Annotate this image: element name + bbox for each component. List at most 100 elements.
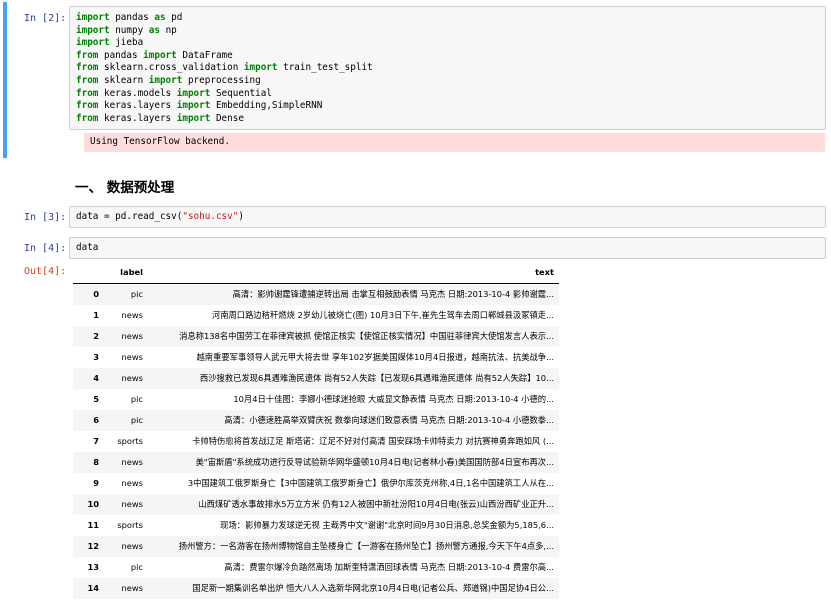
row-label: sports [117,436,143,446]
table-row: 8 news 美"宙斯盾"系统成功进行反导试验新华网华盛顿10月4日电(记者林小春)… [73,452,559,473]
row-label: pic [130,415,143,425]
row-index: 14 [87,583,99,593]
row-text: 美"宙斯盾"系统成功进行反导试验新华网华盛顿10月4日电(记者林小春)美国国防部… [195,457,554,467]
row-label: news [121,541,143,551]
code-text: sklearn [98,75,149,86]
cell-4-code: data [76,242,99,253]
row-index: 3 [93,352,99,362]
selected-cell-indicator [3,2,7,158]
row-text: 现场：影帅暴力发球逆无视 主裁秀中文"谢谢"北京时间9月30日消息,总奖金额为5… [220,520,554,530]
row-index: 12 [87,541,99,551]
cell-2-code-editor[interactable]: import pandas as pd import numpy as np imp… [69,6,826,130]
row-text: 卡帅特伤愈将首发战辽足 斯塔诺：辽足不好对付高清 国安踩场卡帅特卖力 对抗赛神勇… [192,436,554,446]
row-label: news [121,352,143,362]
row-index: 0 [93,289,99,299]
code-text: Embedding,SimpleRNN [210,100,323,112]
code-line: from pandas import DataFrame [76,50,233,62]
code-keyword: import [176,112,211,124]
row-index: 9 [93,478,99,488]
row-index: 1 [93,310,99,320]
row-text: 高清：影帅谢霆锋遭捕逆转出局 击掌互相鼓励表情 马克杰 日期:2013-10-4… [232,289,554,299]
code-text: pd [165,12,183,23]
code-keyword: from [76,87,99,99]
code-text: sklearn.cross_validation [98,62,244,74]
row-label: news [121,478,143,488]
row-text: 扬州警方：一名游客在扬州博物馆自主坠楼身亡【一游客在扬州坠亡】扬州警方通报,今天… [178,541,554,551]
code-text: keras.models [98,87,177,99]
table-row: 11 sports 现场：影帅暴力发球逆无视 主裁秀中文"谢谢"北京时间9月30日消… [73,515,559,536]
row-label: pic [130,394,143,404]
row-index: 7 [93,436,99,446]
code-text: Dense [210,112,244,124]
table-row: 10 news 山西煤矿透水事故排水5万立方米 仍有12人被困中新社汾阳10月4日电… [73,494,559,515]
row-text: 山西煤矿透水事故排水5万立方米 仍有12人被困中新社汾阳10月4日电(张云)山西… [198,499,554,509]
row-index: 11 [87,520,99,530]
code-keyword: import [176,87,211,99]
section-heading: 一、 数据预处理 [75,180,175,196]
row-index: 4 [93,373,99,383]
row-index: 8 [93,457,99,467]
cell-3-code-editor[interactable]: data = pd.read_csv("sohu.csv") [69,206,826,228]
code-keyword: import [148,75,183,86]
table-row: 12 news 扬州警方：一名游客在扬州博物馆自主坠楼身亡【一游客在扬州坠亡】扬州警… [73,536,559,557]
row-text: 高清：小德速胜高举双臂庆祝 数拳向球迷们致意表情 马克杰 日期:2013-10-… [224,415,554,425]
row-label: news [121,499,143,509]
row-label: news [121,310,143,320]
row-text: 西沙搜救已发现6具遇难渔民遗体 尚有52人失踪【已发现6具遇难渔民遗体 尚有52… [199,373,554,383]
code-keyword: from [76,62,99,74]
table-row: 13 pic 高清：费雷尔爆冷负踏然离场 加斯奎特潇洒回球表情 马克杰 日期:201… [73,557,559,578]
code-line: import jieba [76,37,143,49]
cell-4-code-editor[interactable]: data [69,237,826,259]
code-text: data = pd.read_csv( [76,211,183,222]
cell-3-input-prompt: In [3]: [24,212,67,223]
label-column-header: label [120,267,143,277]
code-text: ) [238,211,244,222]
code-keyword: import [76,37,110,49]
code-keyword: import [243,62,278,74]
code-keyword: from [76,75,99,86]
row-label: news [121,373,143,383]
code-string: "sohu.csv" [182,211,239,222]
row-text: 国足新一期集训名单出炉 恒大八人入选新华网北京10月4日电(记者公兵、郑道锦)中… [192,583,554,593]
row-label: news [121,331,143,341]
code-keyword: import [176,100,211,112]
cell-4-output-prompt: Out[4]: [24,266,67,277]
code-line: from keras.layers import Dense [76,113,244,125]
row-text: 消息称138名中国劳工在菲律宾被抓 使馆正核实【使馆正核实情况】中国驻菲律宾大使… [179,331,554,341]
row-index: 5 [93,394,99,404]
table-row: 0 pic 高清：影帅谢霆锋遭捕逆转出局 击掌互相鼓励表情 马克杰 日期:2013-… [73,284,559,305]
code-keyword: as [148,24,160,36]
index-header [73,262,99,283]
code-keyword: import [143,49,177,61]
code-text: pandas [98,49,144,61]
code-line: from sklearn import preprocessing [76,75,261,87]
code-text: Sequential [210,87,272,99]
code-line: import numpy as np [76,25,177,37]
stderr-text: Using TensorFlow backend. [90,136,230,147]
code-text: numpy [109,24,149,36]
code-keyword: from [76,49,99,61]
code-text: preprocessing [182,75,261,86]
row-label: news [121,583,143,593]
dataframe-table: label text 0 pic 高清：影帅谢霆锋遭捕逆转出局 击掌互相鼓励表情 马… [73,262,559,599]
row-index: 10 [87,499,99,509]
code-text: pandas [109,12,155,23]
row-text: 10月4日十佳图：李娜小德球迷抢眼 大威显文静表情 马克杰 日期:2013-10… [233,394,554,404]
code-keyword: import [76,12,110,23]
row-text: 3中国建筑工俄罗斯身亡【3中国建筑工俄罗斯身亡】俄伊尔库茨克州称,4日,1名中国… [187,478,554,488]
row-index: 13 [87,562,99,572]
code-text: train_test_split [277,62,373,74]
code-keyword: from [76,100,99,112]
code-keyword: import [76,24,110,36]
row-text: 越南重要军事领导人武元甲大将去世 享年102岁据美国媒体10月4日报道，越南抗法… [196,352,554,362]
table-row: 5 pic 10月4日十佳图：李娜小德球迷抢眼 大威显文静表情 马克杰 日期:201… [73,389,559,410]
code-text: jieba [109,37,144,49]
row-index: 2 [93,331,99,341]
dataframe-header: label text [73,262,559,284]
row-label: news [121,457,143,467]
table-row: 4 news 西沙搜救已发现6具遇难渔民遗体 尚有52人失踪【已发现6具遇难渔民遗体… [73,368,559,389]
row-index: 6 [93,415,99,425]
table-row: 7 sports 卡帅特伤愈将首发战辽足 斯塔诺：辽足不好对付高清 国安踩场卡帅特卖… [73,431,559,452]
code-text: DataFrame [176,49,233,61]
code-line: import pandas as pd [76,12,182,24]
